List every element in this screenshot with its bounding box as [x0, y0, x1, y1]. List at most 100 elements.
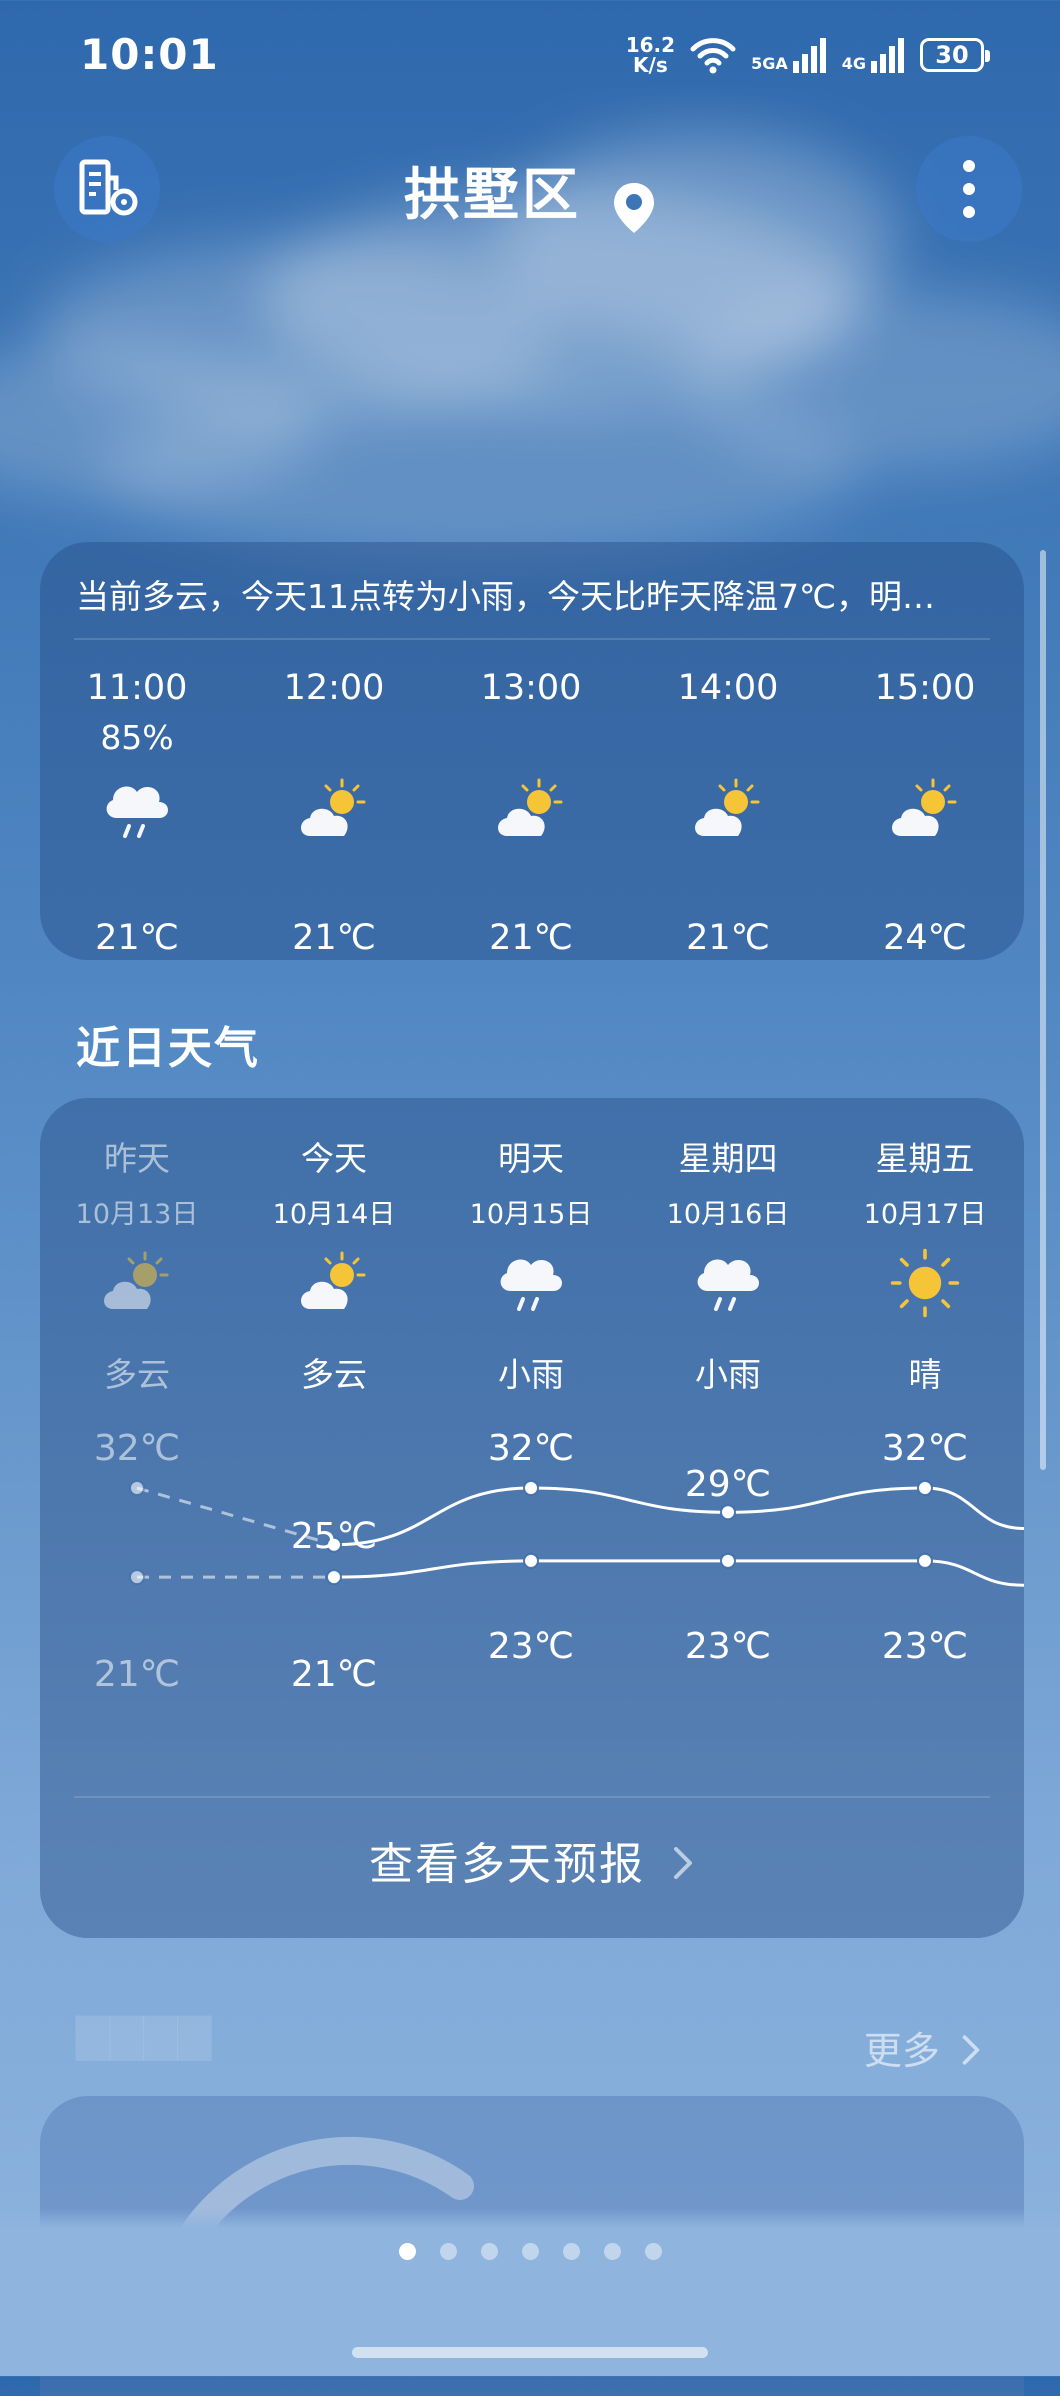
location-pin-icon — [612, 181, 656, 239]
high-temp-label: 32℃ — [93, 1428, 181, 1469]
hour-precip — [855, 718, 995, 756]
day-condition: 晴 — [908, 1355, 942, 1394]
day-item-today: 今天 10月14日 多云 — [259, 1132, 409, 1394]
summary-divider — [74, 638, 990, 640]
high-temp-label: 29℃ — [684, 1464, 772, 1505]
high-temp-point — [129, 1480, 145, 1496]
hour-temp: 21℃ — [686, 918, 770, 958]
hour-time: 11:00 — [86, 668, 188, 708]
partly-cloudy-icon — [695, 778, 760, 836]
low-temp-label: 21℃ — [290, 1654, 378, 1695]
battery-icon: 30 — [920, 38, 990, 72]
hour-precip — [264, 718, 404, 756]
low-temp-point — [129, 1569, 145, 1586]
day-date: 10月17日 — [863, 1199, 987, 1230]
day-condition: 小雨 — [695, 1355, 761, 1394]
page-dot[interactable] — [480, 2243, 498, 2260]
status-right: 16.2 K/s 5GA 4G 30 — [626, 30, 990, 80]
day-item-friday: 星期五 10月17日 晴 — [850, 1132, 1000, 1394]
recent-weather-card[interactable]: 昨天 10月13日 多云 今天 10月14日 多云 明天 10月15日 小雨 星… — [40, 1098, 1025, 1938]
signal-4g-icon: 4G — [842, 37, 906, 73]
hour-item: 12:00 21℃ — [264, 668, 404, 958]
day-item-thursday: 星期四 10月16日 小雨 — [653, 1132, 803, 1394]
partly-cloudy-icon — [498, 778, 563, 836]
net-speed-value: 16.2 — [625, 33, 676, 57]
next-section-title: ▇▇▇▇ — [76, 2010, 212, 2061]
day-name: 明天 — [498, 1139, 564, 1178]
day-item-tomorrow: 明天 10月15日 小雨 — [456, 1132, 606, 1394]
low-temp-point — [523, 1552, 539, 1569]
rain-icon — [697, 1259, 759, 1311]
page-dot[interactable] — [603, 2243, 621, 2260]
high-temp-label: 32℃ — [487, 1428, 575, 1469]
day-name: 昨天 — [104, 1139, 170, 1178]
page-dot[interactable] — [521, 2243, 539, 2260]
hourly-forecast-card[interactable]: 当前多云，今天11点转为小雨，今天比昨天降温7℃，明… 11:00 85% 21… — [40, 542, 1024, 960]
chevron-right-icon — [674, 1847, 692, 1879]
more-options-button[interactable] — [916, 136, 1022, 242]
hour-time: 14:00 — [677, 668, 779, 708]
status-bar: 10:01 16.2 K/s 5GA 4G 30 — [0, 0, 1060, 110]
high-temp-label: 32℃ — [881, 1428, 969, 1469]
net-4g-label: 4G — [841, 54, 866, 73]
more-vertical-icon — [963, 160, 975, 218]
page-title[interactable]: 拱墅区 — [404, 163, 581, 228]
signal-5g-icon: 5GA — [751, 37, 828, 73]
low-temp-label: 23℃ — [487, 1626, 575, 1667]
high-temp-point — [523, 1480, 539, 1496]
day-condition: 小雨 — [498, 1355, 564, 1394]
low-temp-label: 23℃ — [684, 1626, 772, 1667]
net-speed: 16.2 K/s — [626, 35, 675, 75]
battery-level: 30 — [935, 41, 969, 69]
view-more-forecast-button[interactable]: 查看多天预报 — [40, 1828, 1024, 1892]
high-temp-label: 25℃ — [290, 1516, 378, 1557]
partly-cloudy-icon — [104, 1251, 169, 1309]
day-condition: 多云 — [301, 1355, 367, 1394]
day-item-yesterday: 昨天 10月13日 多云 — [62, 1132, 212, 1394]
low-temp-point — [917, 1552, 933, 1569]
hour-temp: 21℃ — [95, 918, 179, 958]
hour-item: 13:00 21℃ — [461, 668, 601, 958]
net-5g-label: 5GA — [751, 54, 788, 73]
day-name: 星期五 — [875, 1139, 975, 1178]
weather-summary: 当前多云，今天11点转为小雨，今天比昨天降温7℃，明… — [76, 577, 936, 616]
partly-cloudy-icon — [301, 778, 366, 836]
hour-temp: 21℃ — [489, 918, 573, 958]
rain-icon — [106, 786, 168, 838]
hour-precip — [658, 718, 798, 756]
partly-cloudy-icon — [892, 778, 957, 836]
status-time: 10:01 — [80, 30, 219, 79]
net-speed-unit: K/s — [633, 53, 668, 77]
low-temp-label: 23℃ — [881, 1626, 969, 1667]
home-indicator[interactable] — [352, 2347, 708, 2358]
hour-time: 12:00 — [283, 668, 385, 708]
day-name: 星期四 — [678, 1139, 778, 1178]
day-date: 10月16日 — [666, 1199, 790, 1230]
hour-time: 13:00 — [480, 668, 582, 708]
hour-temp: 24℃ — [883, 918, 967, 958]
day-date: 10月13日 — [75, 1199, 199, 1230]
more-button[interactable]: 更多 — [864, 2020, 982, 2075]
low-temp-label: 21℃ — [93, 1654, 181, 1695]
hour-precip — [461, 718, 601, 756]
scrollbar[interactable] — [1040, 550, 1046, 1470]
page-dot[interactable] — [562, 2243, 580, 2260]
chevron-right-icon — [962, 2035, 980, 2065]
partly-cloudy-icon — [301, 1251, 366, 1309]
page-dot[interactable] — [398, 2243, 416, 2260]
hour-item: 11:00 85% 21℃ — [67, 668, 207, 958]
hour-precip: 85% — [100, 718, 174, 757]
hour-temp: 21℃ — [292, 918, 376, 958]
page-indicator — [0, 2243, 1060, 2260]
hour-item: 14:00 21℃ — [658, 668, 798, 958]
hour-item: 15:00 24℃ — [855, 668, 995, 958]
low-temp-point — [326, 1569, 342, 1586]
sunny-icon — [890, 1248, 960, 1318]
page-dot[interactable] — [644, 2243, 662, 2260]
day-condition: 多云 — [104, 1355, 170, 1394]
view-more-label: 查看多天预报 — [369, 1839, 645, 1890]
wifi-icon — [690, 38, 736, 74]
more-label: 更多 — [863, 2029, 940, 2073]
hour-time: 15:00 — [874, 668, 976, 708]
page-dot[interactable] — [439, 2243, 457, 2260]
